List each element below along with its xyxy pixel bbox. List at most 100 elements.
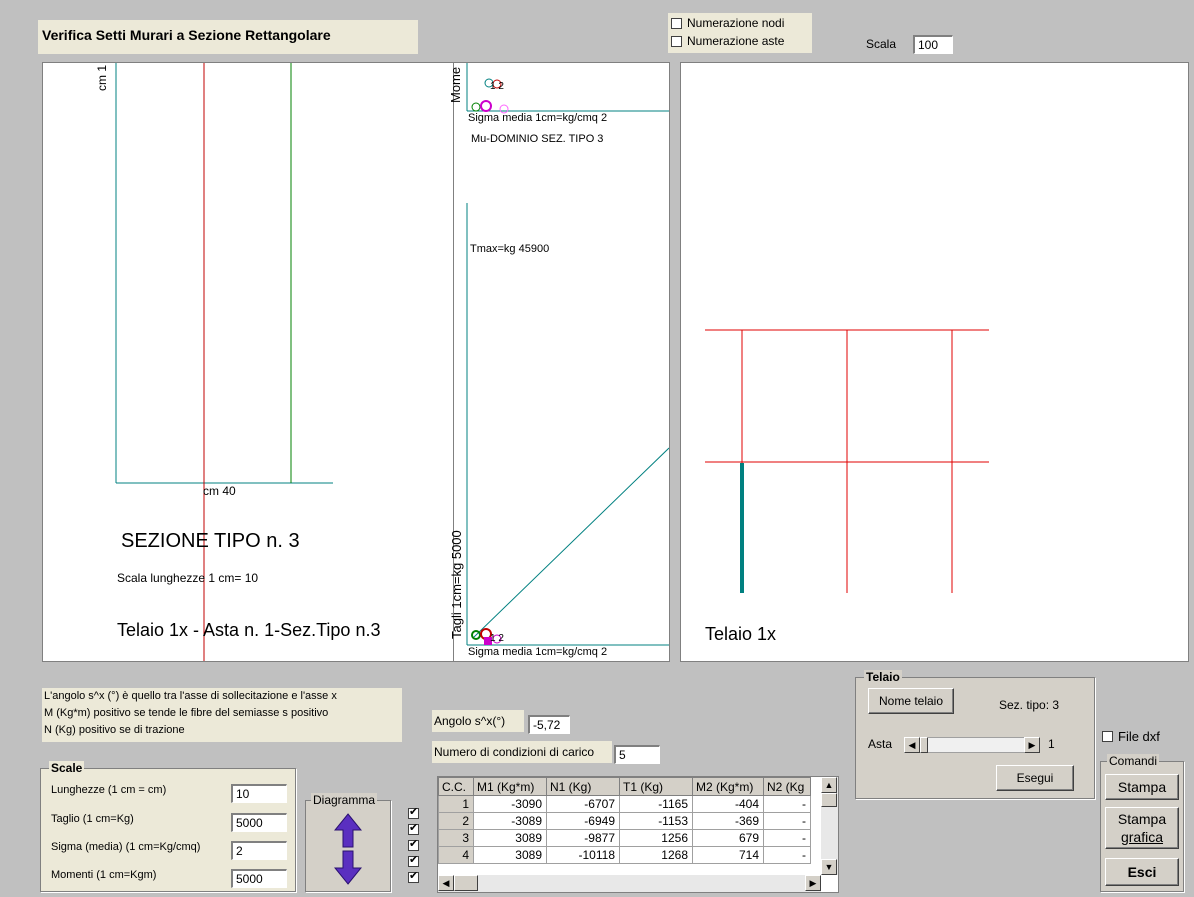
table-cell[interactable]: 3089 (473, 846, 547, 864)
table-vertical-scrollbar[interactable]: ▲ ▼ (821, 777, 838, 875)
row-checkbox[interactable] (408, 805, 419, 819)
diagram-group: Diagramma (305, 793, 391, 892)
slider-left-icon[interactable]: ◀ (904, 737, 920, 753)
scale-input[interactable]: 100 (913, 35, 953, 54)
checkbox-box[interactable] (1102, 731, 1113, 742)
table-cell[interactable]: -1153 (619, 812, 693, 830)
table-cell[interactable]: 679 (692, 829, 764, 847)
shear-axis-label: Tagli 1cm=kg 5000 (449, 530, 464, 639)
row-checkbox[interactable] (408, 853, 419, 867)
note-line: N (Kg) positivo se di trazione (44, 724, 185, 736)
scroll-down-icon[interactable]: ▼ (821, 859, 837, 875)
lengths-scale-input[interactable]: 10 (231, 784, 287, 803)
scroll-up-down-arrows-icon[interactable] (334, 813, 362, 885)
table-cell[interactable]: - (763, 829, 811, 847)
print-graphic-button[interactable]: Stampa grafica (1105, 807, 1179, 849)
table-cell[interactable]: - (763, 846, 811, 864)
column-header: C.C. (438, 777, 474, 796)
table-cell[interactable]: -6949 (546, 812, 620, 830)
table-cell[interactable]: 4 (438, 846, 474, 864)
table-cell[interactable]: -3089 (473, 812, 547, 830)
load-table-grid: C.C. M1 (Kg*m) N1 (Kg) T1 (Kg) M2 (Kg*m)… (438, 777, 811, 864)
table-row[interactable]: 3 3089 -9877 1256 679 - (438, 829, 811, 847)
slider-thumb[interactable] (920, 737, 928, 753)
telaio-group: Telaio Nome telaio Sez. tipo: 3 Asta ◀ ▶… (855, 670, 1095, 799)
table-cell[interactable]: 2 (438, 812, 474, 830)
mu-domain-label: Mu-DOMINIO SEZ. TIPO 3 (471, 133, 604, 145)
moments-scale-input[interactable]: 5000 (231, 869, 287, 888)
sigma-top-label: Sigma media 1cm=kg/cmq 2 (468, 112, 608, 124)
table-cell[interactable]: -10118 (546, 846, 620, 864)
checkbox-box[interactable] (671, 35, 682, 47)
asta-slider[interactable]: ◀ ▶ (904, 737, 1040, 753)
row-checkboxes (408, 805, 422, 883)
section-y-label: cm 1 (95, 64, 109, 91)
exit-button[interactable]: Esci (1105, 858, 1179, 886)
numbering-bars-checkbox[interactable]: Numerazione aste (671, 34, 784, 48)
table-cell[interactable]: 3089 (473, 829, 547, 847)
length-scale-label: Scala lunghezze 1 cm= 10 (117, 571, 259, 585)
file-dxf-checkbox[interactable]: File dxf (1102, 729, 1160, 744)
table-cell[interactable]: 1268 (619, 846, 693, 864)
scale-label: Scala (866, 37, 897, 51)
table-cell[interactable]: -369 (692, 812, 764, 830)
options-panel: Numerazione nodi Numerazione aste (668, 13, 812, 53)
scroll-right-icon[interactable]: ▶ (805, 875, 821, 891)
table-horizontal-scrollbar[interactable]: ◀ ▶ (438, 875, 821, 892)
bottom-marker-label: 1 2 (490, 633, 504, 644)
checkbox-box[interactable] (671, 17, 682, 29)
numbering-nodes-label: Numerazione nodi (687, 16, 785, 30)
numbering-nodes-checkbox[interactable]: Numerazione nodi (671, 16, 784, 30)
table-cell[interactable]: - (763, 812, 811, 830)
table-cell[interactable]: -6707 (546, 795, 620, 813)
run-button[interactable]: Esegui (996, 765, 1074, 791)
angle-input[interactable]: -5,72 (528, 715, 570, 734)
table-cell[interactable]: 3 (438, 829, 474, 847)
frame-caption: Telaio 1x (705, 624, 777, 644)
shear-scale-input[interactable]: 5000 (231, 813, 287, 832)
moment-axis-label: Mome (448, 66, 463, 103)
print-button[interactable]: Stampa (1105, 774, 1179, 800)
table-cell[interactable]: -3090 (473, 795, 547, 813)
scale-row-label: Lunghezze (1 cm = cm) (51, 784, 167, 796)
table-cell[interactable]: -1165 (619, 795, 693, 813)
table-cell[interactable]: 714 (692, 846, 764, 864)
frame-name-button[interactable]: Nome telaio (868, 688, 954, 714)
frame-drawing (705, 329, 989, 593)
table-cell[interactable]: -9877 (546, 829, 620, 847)
numbering-bars-label: Numerazione aste (687, 34, 785, 48)
column-header: N1 (Kg) (546, 777, 620, 796)
diagram-drawing (466, 63, 669, 646)
table-cell[interactable]: 1256 (619, 829, 693, 847)
angle-label: Angolo s^x(°) (432, 710, 524, 732)
column-header: T1 (Kg) (619, 777, 693, 796)
table-cell[interactable]: 1 (438, 795, 474, 813)
table-row[interactable]: 1 -3090 -6707 -1165 -404 - (438, 795, 811, 813)
table-row[interactable]: 2 -3089 -6949 -1153 -369 - (438, 812, 811, 830)
asta-value: 1 (1048, 737, 1055, 751)
sigma-bottom-label: Sigma media 1cm=kg/cmq 2 (468, 646, 608, 658)
table-cell[interactable]: - (763, 795, 811, 813)
slider-right-icon[interactable]: ▶ (1024, 737, 1040, 753)
top-marker-label: 1 2 (490, 81, 504, 92)
diagram-group-title: Diagramma (311, 793, 378, 807)
scale-row-label: Sigma (media) (1 cm=Kg/cmq) (51, 841, 201, 853)
telaio-group-title: Telaio (864, 670, 902, 684)
table-cell[interactable]: -404 (692, 795, 764, 813)
scroll-thumb[interactable] (454, 875, 478, 891)
scroll-thumb[interactable] (821, 793, 837, 807)
load-table: C.C. M1 (Kg*m) N1 (Kg) T1 (Kg) M2 (Kg*m)… (437, 776, 839, 893)
scroll-left-icon[interactable]: ◀ (438, 875, 454, 891)
row-checkbox[interactable] (408, 821, 419, 835)
table-row[interactable]: 4 3089 -10118 1268 714 - (438, 846, 811, 864)
row-checkbox[interactable] (408, 837, 419, 851)
load-conditions-input[interactable]: 5 (614, 745, 660, 764)
print-graphic-line2: grafica (1120, 829, 1164, 845)
print-graphic-line1: Stampa (1117, 811, 1167, 827)
row-checkbox[interactable] (408, 869, 419, 883)
section-title: SEZIONE TIPO n. 3 (121, 530, 300, 552)
asta-label: Asta (868, 737, 893, 751)
sigma-scale-input[interactable]: 2 (231, 841, 287, 860)
section-type-label: Sez. tipo: 3 (999, 698, 1060, 712)
scroll-up-icon[interactable]: ▲ (821, 777, 837, 793)
